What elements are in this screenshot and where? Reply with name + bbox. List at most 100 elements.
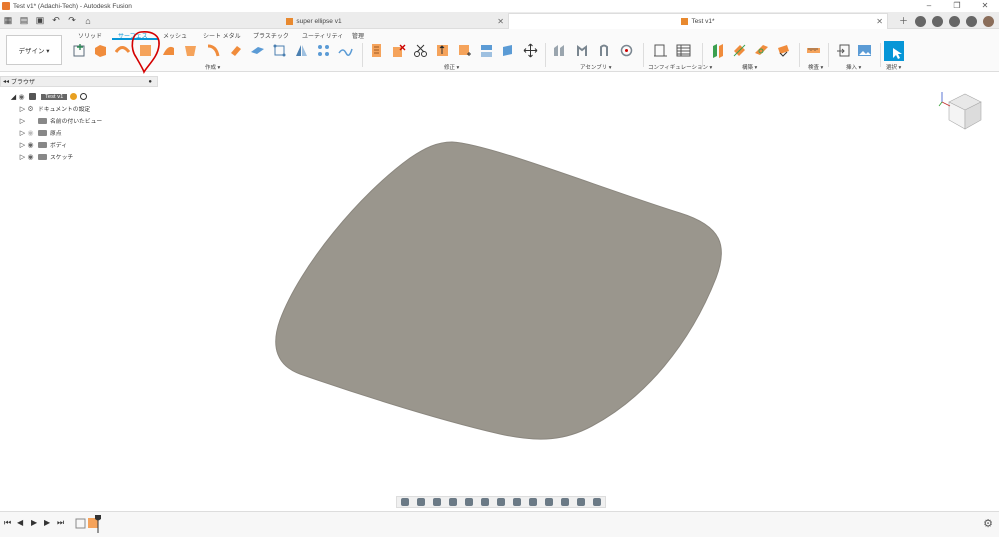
- as-built-joint-icon[interactable]: [597, 43, 612, 58]
- tab-solid[interactable]: ソリッド: [78, 31, 102, 40]
- superellipse-surface[interactable]: [0, 88, 999, 510]
- user-avatar[interactable]: [983, 15, 994, 27]
- group-assemble[interactable]: アセンブリ ▾: [580, 63, 612, 71]
- fit-icon[interactable]: [465, 498, 473, 506]
- tree-item-bodies[interactable]: ▷ ◉ ボディ: [19, 139, 67, 150]
- stitch-icon[interactable]: [457, 43, 472, 58]
- help-icon[interactable]: [966, 15, 977, 27]
- group-construct[interactable]: 構築 ▾: [742, 63, 757, 71]
- job-status-icon[interactable]: [932, 15, 943, 27]
- camera-icon[interactable]: [593, 498, 601, 506]
- workspace-switcher[interactable]: デザイン ▾: [6, 35, 62, 65]
- offset-plane-icon[interactable]: [710, 43, 725, 58]
- close-window-button[interactable]: ✕: [971, 0, 999, 12]
- new-tab-icon[interactable]: ＋: [895, 14, 912, 28]
- boundary-fill-icon[interactable]: [272, 43, 287, 58]
- group-inspect[interactable]: 検査 ▾: [808, 63, 823, 71]
- extrude-icon[interactable]: [93, 43, 108, 58]
- activate-icon[interactable]: [80, 93, 88, 100]
- drive-joints-icon[interactable]: [619, 43, 634, 58]
- close-tab-icon[interactable]: ✕: [876, 17, 883, 26]
- expand-icon[interactable]: ▷: [19, 105, 26, 113]
- select-icon[interactable]: [884, 41, 904, 61]
- group-select[interactable]: 選択 ▾: [886, 63, 901, 71]
- group-modify[interactable]: 修正 ▾: [444, 63, 459, 71]
- mirror-icon[interactable]: [294, 43, 309, 58]
- display-settings-icon[interactable]: [481, 498, 489, 506]
- tree-item-named-views[interactable]: ▷ 名前の付いたビュー: [19, 115, 102, 126]
- tab-mesh[interactable]: メッシュ: [163, 31, 187, 40]
- visibility-eye-icon[interactable]: ◉: [26, 153, 35, 161]
- timeline-settings-gear-icon[interactable]: ⚙: [983, 517, 993, 530]
- expand-icon[interactable]: ▷: [19, 129, 26, 137]
- plane-at-angle-icon[interactable]: [732, 43, 747, 58]
- step-back-icon[interactable]: ◀: [17, 518, 23, 527]
- create-sketch-icon[interactable]: [72, 43, 87, 58]
- extensions-icon[interactable]: [915, 15, 926, 27]
- visibility-eye-icon[interactable]: ◉: [26, 141, 35, 149]
- look-at-icon[interactable]: [417, 498, 425, 506]
- close-tab-icon[interactable]: ✕: [497, 17, 504, 26]
- redo-icon[interactable]: ↷: [64, 15, 80, 26]
- derive-icon[interactable]: [338, 43, 353, 58]
- environment-icon[interactable]: [545, 498, 553, 506]
- expand-icon[interactable]: ▷: [19, 153, 26, 161]
- notifications-icon[interactable]: [949, 15, 960, 27]
- unstitch-icon[interactable]: [479, 43, 494, 58]
- configure-icon[interactable]: [653, 43, 668, 58]
- visual-style-icon[interactable]: [529, 498, 537, 506]
- step-forward-icon[interactable]: ▶: [44, 518, 50, 527]
- sweep-icon[interactable]: [161, 43, 176, 58]
- viewports-icon[interactable]: [513, 498, 521, 506]
- timeline-sketch-icon[interactable]: [75, 517, 87, 529]
- minimize-button[interactable]: –: [915, 0, 943, 12]
- 3d-viewport[interactable]: [0, 88, 999, 510]
- loft-icon[interactable]: [183, 43, 198, 58]
- expand-icon[interactable]: ▷: [19, 141, 26, 149]
- insert-derive-icon[interactable]: [836, 43, 851, 58]
- pin-browser-icon[interactable]: ●: [148, 79, 152, 85]
- play-icon[interactable]: ▶: [31, 518, 37, 527]
- extend-icon[interactable]: [435, 43, 450, 58]
- tab-super-ellipse[interactable]: super ellipse v1 ✕: [120, 13, 508, 29]
- tab-utilities[interactable]: ユーティリティ: [302, 31, 343, 40]
- measure-icon[interactable]: [806, 43, 821, 58]
- data-panel-grid-icon[interactable]: ▦: [0, 15, 16, 26]
- grid-settings-icon[interactable]: [497, 498, 505, 506]
- tree-root[interactable]: ◢ ◉ Test v1: [10, 91, 88, 102]
- visibility-eye-icon[interactable]: ◉: [17, 93, 26, 101]
- tree-item-sketches[interactable]: ▷ ◉ スケッチ: [19, 151, 73, 162]
- group-insert[interactable]: 挿入 ▾: [846, 63, 861, 71]
- new-component-icon[interactable]: [552, 43, 567, 58]
- effects-icon[interactable]: [561, 498, 569, 506]
- tab-sheet-metal[interactable]: シート メタル: [203, 31, 241, 40]
- undo-icon[interactable]: ↶: [48, 15, 64, 26]
- save-icon[interactable]: ▣: [32, 15, 48, 26]
- zoom-icon[interactable]: [449, 498, 457, 506]
- joint-icon[interactable]: [575, 43, 590, 58]
- untrim-icon[interactable]: [391, 43, 406, 58]
- pan-icon[interactable]: [433, 498, 441, 506]
- tab-test-v1[interactable]: Test v1* ✕: [508, 13, 888, 29]
- restore-button[interactable]: ❐: [943, 0, 971, 12]
- tangent-plane-icon[interactable]: [754, 43, 769, 58]
- expand-icon[interactable]: ▷: [19, 117, 26, 125]
- object-visibility-icon[interactable]: [577, 498, 585, 506]
- viewcube-icon[interactable]: [937, 88, 987, 136]
- midplane-icon[interactable]: [776, 43, 791, 58]
- trim-icon[interactable]: [369, 43, 384, 58]
- timeline-marker-icon[interactable]: [95, 515, 101, 533]
- hidden-eye-icon[interactable]: ◉: [26, 129, 35, 137]
- thicken-icon[interactable]: [250, 43, 265, 58]
- reverse-normal-icon[interactable]: [501, 43, 516, 58]
- group-create[interactable]: 作成 ▾: [205, 63, 220, 71]
- go-to-end-icon[interactable]: ⏭: [57, 518, 64, 528]
- split-icon[interactable]: [413, 43, 428, 58]
- file-menu-icon[interactable]: ▤: [16, 15, 32, 26]
- orbit-icon[interactable]: [401, 498, 409, 506]
- tree-item-document-settings[interactable]: ▷ ⚙ ドキュメントの設定: [19, 103, 90, 114]
- go-to-start-icon[interactable]: ⏮: [4, 518, 11, 528]
- ruled-icon[interactable]: [206, 43, 221, 58]
- home-icon[interactable]: ⌂: [80, 16, 96, 26]
- tab-plastic[interactable]: プラスチック: [253, 31, 289, 40]
